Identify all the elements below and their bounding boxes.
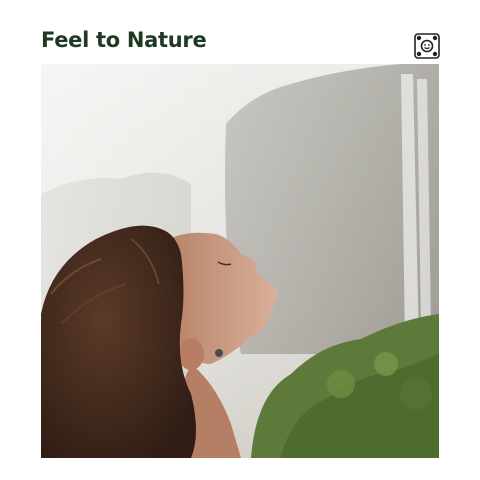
cover-photo <box>41 64 439 458</box>
album-title: Feel to Nature <box>41 28 207 52</box>
record-label-emblem-icon <box>414 33 440 59</box>
album-cover: Feel to Nature <box>0 0 480 480</box>
earring <box>215 349 223 357</box>
